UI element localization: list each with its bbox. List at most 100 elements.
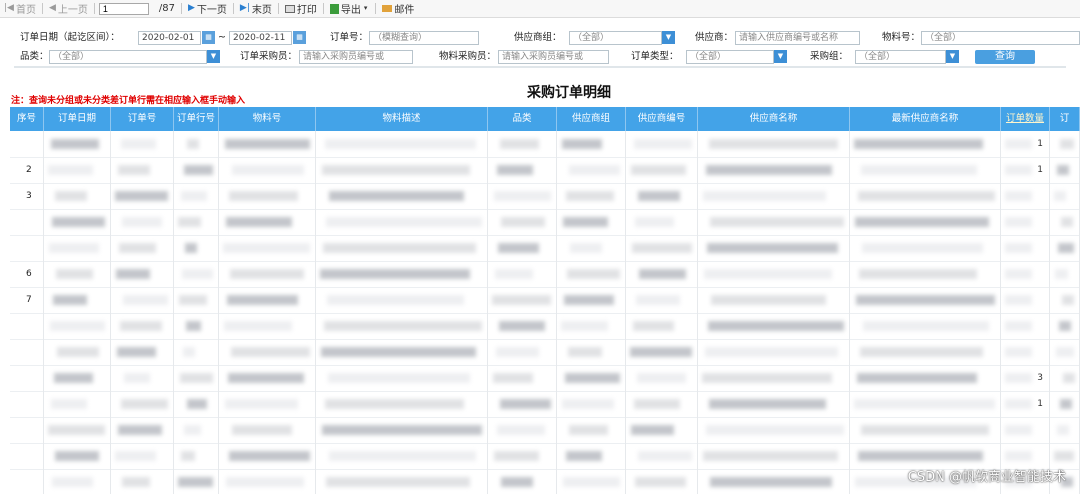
supplier-input[interactable]: 请输入供应商编号或名称	[735, 31, 860, 45]
purchase-group-select[interactable]: （全部）	[855, 50, 946, 64]
date-to-field[interactable]: 2020-02-11	[229, 31, 292, 45]
redacted-blur	[634, 139, 692, 149]
table-cell	[111, 417, 174, 443]
redacted-blur	[1005, 373, 1032, 383]
redacted-blur	[52, 477, 93, 487]
table-row[interactable]: 3	[10, 365, 1080, 392]
table-cell	[10, 131, 44, 157]
mail-icon	[382, 5, 393, 12]
table-row[interactable]: 7	[10, 287, 1080, 314]
next-page-button[interactable]: ▶ 下一页	[184, 0, 231, 17]
page-number-input[interactable]	[98, 2, 149, 15]
export-button[interactable]: 导出 ▾	[326, 0, 374, 17]
table-cell	[10, 469, 44, 494]
table-cell	[850, 287, 1001, 313]
table-cell	[850, 339, 1001, 365]
table-cell	[111, 443, 174, 469]
order-buyer-input[interactable]: 请输入采购员编号或	[299, 50, 413, 64]
calendar-icon[interactable]: ▦	[202, 31, 215, 44]
redacted-blur	[325, 399, 464, 409]
redacted-blur	[122, 217, 162, 227]
redacted-blur	[631, 165, 686, 175]
date-from-field[interactable]: 2020-02-01	[138, 31, 201, 45]
redacted-blur	[121, 139, 156, 149]
table-cell	[698, 287, 850, 313]
table-row[interactable]: 21	[10, 157, 1080, 184]
calendar-icon[interactable]: ▦	[293, 31, 306, 44]
table-cell	[850, 157, 1001, 183]
redacted-blur	[631, 425, 674, 435]
redacted-blur	[225, 399, 298, 409]
toolbar-divider	[277, 3, 279, 14]
redacted-blur	[231, 347, 310, 357]
table-row[interactable]	[10, 235, 1080, 262]
column-header: 物料描述	[316, 107, 488, 131]
toolbar-divider	[180, 3, 182, 14]
table-row[interactable]	[10, 313, 1080, 340]
redacted-blur	[182, 269, 213, 279]
order-type-select[interactable]: （全部）	[686, 50, 774, 64]
table-cell	[626, 365, 698, 391]
table-row[interactable]	[10, 209, 1080, 236]
chevron-down-icon[interactable]: ▼	[946, 50, 959, 63]
redacted-blur	[862, 243, 983, 253]
material-no-input[interactable]: （全部）	[921, 31, 1080, 45]
redacted-blur	[321, 347, 476, 357]
table-cell	[44, 391, 111, 417]
table-cell	[488, 157, 557, 183]
table-cell	[44, 417, 111, 443]
redacted-blur	[181, 191, 207, 201]
table-row[interactable]: 6	[10, 261, 1080, 288]
table-row[interactable]: 1	[10, 131, 1080, 158]
table-cell	[626, 287, 698, 313]
chevron-down-icon[interactable]: ▼	[774, 50, 787, 63]
chevron-down-icon[interactable]: ▼	[207, 50, 220, 63]
table-header: 序号 订单日期 订单号 订单行号 物料号 物料描述 品类 供应商组 供应商编号 供应商名称 最新供应…	[10, 107, 1080, 131]
supplier-label: 供应商：	[695, 32, 734, 43]
redacted-blur	[324, 321, 482, 331]
table-cell	[44, 183, 111, 209]
redacted-blur	[322, 425, 482, 435]
supplier-group-select[interactable]: （全部）	[569, 31, 662, 45]
column-header[interactable]: 订单数量	[1001, 107, 1050, 131]
print-button[interactable]: 打印	[281, 0, 321, 17]
toolbar-divider	[322, 3, 324, 14]
table-cell	[219, 183, 316, 209]
redacted-blur	[48, 165, 93, 175]
prev-page-button[interactable]: ◀ 上一页	[45, 0, 92, 17]
chevron-down-icon[interactable]: ▼	[662, 31, 675, 44]
table-cell	[557, 391, 626, 417]
table-cell	[44, 313, 111, 339]
material-no-label: 物料号：	[882, 32, 921, 43]
table-cell	[850, 131, 1001, 157]
order-no-input[interactable]: （模糊查询）	[369, 31, 479, 45]
query-button[interactable]: 查询	[975, 50, 1035, 64]
table-row[interactable]: 3	[10, 183, 1080, 210]
redacted-blur	[230, 269, 304, 279]
mail-button[interactable]: 邮件	[378, 0, 418, 17]
redacted-blur	[178, 217, 201, 227]
redacted-blur	[227, 295, 298, 305]
redacted-blur	[710, 217, 844, 227]
table-cell	[44, 443, 111, 469]
table-row[interactable]: 1	[10, 391, 1080, 418]
table-cell	[316, 391, 488, 417]
redacted-blur	[322, 165, 470, 175]
redacted-blur	[706, 165, 832, 175]
table-cell	[111, 261, 174, 287]
table-row[interactable]	[10, 339, 1080, 366]
category-select[interactable]: （全部）	[49, 50, 207, 64]
last-page-button[interactable]: ▶| 末页	[236, 0, 276, 17]
table-cell	[626, 261, 698, 287]
table-cell	[557, 365, 626, 391]
redacted-blur	[706, 425, 844, 435]
first-page-button[interactable]: |◀ 首页	[0, 0, 40, 17]
table-cell	[44, 157, 111, 183]
table-cell	[219, 443, 316, 469]
material-buyer-input[interactable]: 请输入采购员编号或	[498, 50, 609, 64]
redacted-blur	[570, 243, 602, 253]
table-row[interactable]	[10, 417, 1080, 444]
redacted-blur	[566, 191, 614, 201]
redacted-blur	[500, 399, 551, 409]
redacted-blur	[181, 451, 195, 461]
